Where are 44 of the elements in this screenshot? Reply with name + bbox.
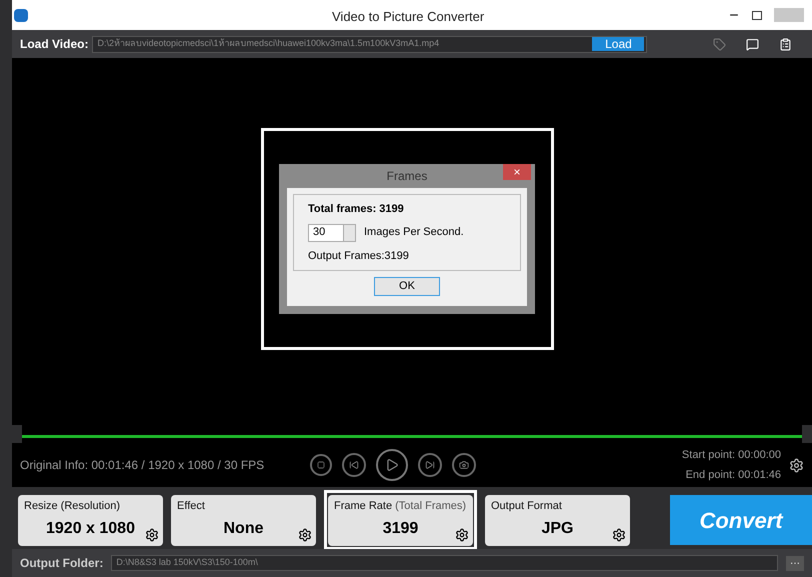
card-value: 1920 x 1080 [46,519,135,539]
close-button[interactable]: × [503,164,531,180]
setting-card[interactable]: Resize (Resolution) 1920 x 1080 [18,494,163,546]
settings-icon[interactable] [789,458,804,472]
load-button[interactable]: Load [592,37,644,51]
card-label: Effect [177,498,206,514]
snapshot-button[interactable] [452,453,476,477]
settings-icon[interactable] [145,528,159,542]
browse-button[interactable]: ··· [786,556,804,570]
play-button[interactable] [376,449,408,481]
maximize-icon[interactable] [752,10,762,20]
app-logo-icon [14,8,28,22]
card-label: Output Format [491,498,563,514]
ok-button[interactable]: OK [374,277,440,296]
settings-icon[interactable] [298,528,312,542]
card-value: 3199 [382,519,418,539]
total-frames-text: Total frames: 3199 [308,202,405,217]
previous-button[interactable] [342,453,366,477]
chat-icon[interactable] [746,38,759,50]
settings-icon[interactable] [455,528,469,542]
fps-label: Images Per Second. [364,225,464,240]
output-folder-field[interactable]: D:\N8&S3 lab 150kV\S3\150-100m\ [111,555,778,571]
tag-icon[interactable] [713,38,726,50]
output-frames-text: Output Frames:3199 [308,248,410,264]
card-label: Resize (Resolution) [24,498,121,514]
settings-icon[interactable] [612,528,626,542]
setting-card[interactable]: Effect None [171,494,316,546]
fps-spinbox[interactable]: 30 [308,224,356,242]
setting-card[interactable]: Frame Rate (Total Frames) 3199 [328,494,473,546]
window-title: Video to Picture Converter [332,8,484,26]
card-label: Frame Rate (Total Frames) [334,498,467,514]
load-video-label: Load Video: [20,36,88,53]
setting-card[interactable]: Output Format JPG [485,494,630,546]
next-button[interactable] [418,453,442,477]
dialog-title: Frames [386,168,428,185]
list-icon[interactable] [779,38,792,50]
card-value: JPG [541,519,574,539]
end-point-text: End point: 00:01:46 [686,468,781,483]
video-path-field[interactable]: D:\2ห้าผลบvideotopicmedsci\1ห้าผลบmedsci\huawei100kv3ma\1.5m100kV3mA1.mp4 Load [92,36,648,52]
start-point-text: Start point: 00:00:00 [682,448,781,462]
original-info-text: Original Info: 00:01:46 / 1920 x 1080 / 30 FPS [20,457,266,474]
output-folder-label: Output Folder: [20,555,104,572]
card-value: None [224,519,264,539]
stop-button[interactable] [310,454,332,476]
